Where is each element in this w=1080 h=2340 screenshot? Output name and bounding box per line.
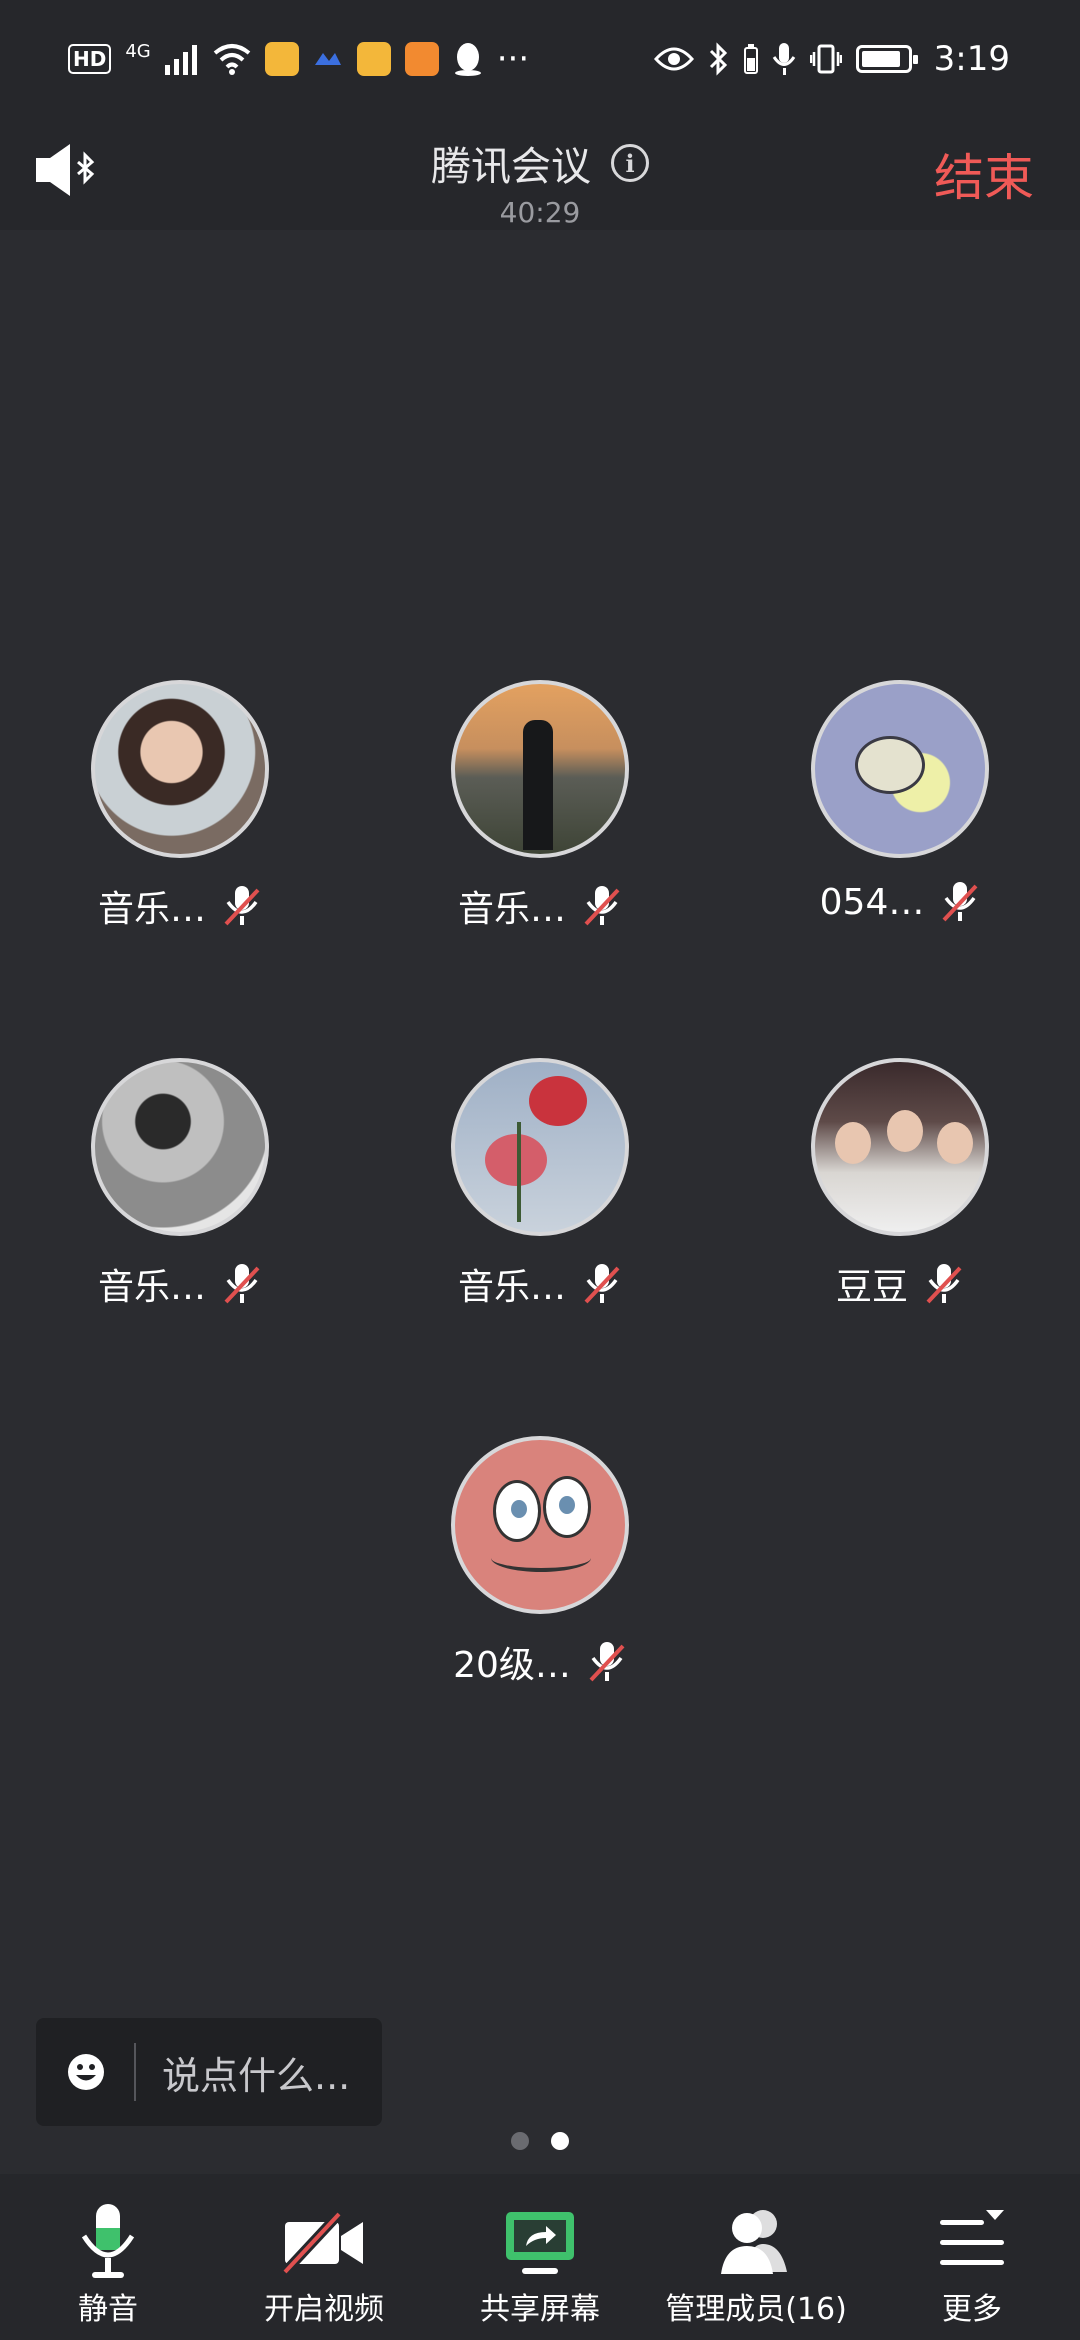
mute-label: 静音 <box>78 2292 138 2327</box>
members-icon <box>721 2210 787 2274</box>
mic-muted-icon <box>584 1264 620 1304</box>
meeting-duration: 40:29 <box>499 196 581 229</box>
mute-button[interactable]: 静音 <box>0 2174 216 2340</box>
start-video-button[interactable]: 开启视频 <box>216 2174 432 2340</box>
app-bird-icon <box>314 53 341 65</box>
status-time: 3:19 <box>933 39 1010 79</box>
bottom-toolbar: 静音 开启视频 共享屏幕 管理成员(16) 更多 <box>0 2174 1080 2340</box>
avatar <box>91 1058 269 1236</box>
participant-name: 豆豆 <box>835 1267 908 1308</box>
participant-name: 054… <box>819 881 925 923</box>
wifi-icon <box>213 44 251 75</box>
avatar <box>451 1436 629 1614</box>
avatar <box>91 680 269 858</box>
mic-muted-icon <box>589 1642 625 1682</box>
participant-tile[interactable]: 20级… <box>400 1436 680 1688</box>
participant-tile[interactable]: 豆豆 <box>760 1058 1040 1310</box>
more-menu-icon <box>940 2210 1004 2265</box>
mic-muted-icon <box>942 882 978 922</box>
video-app-icon <box>404 42 439 76</box>
more-label: 更多 <box>942 2292 1002 2327</box>
weibo-icon-2 <box>356 42 391 76</box>
participant-name: 音乐… <box>97 889 206 930</box>
avatar <box>451 1058 629 1236</box>
share-screen-label: 共享屏幕 <box>480 2292 600 2327</box>
page-dot-active[interactable] <box>551 2132 569 2150</box>
mic-muted-icon <box>224 886 260 926</box>
end-meeting-button[interactable]: 结束 <box>934 138 1034 210</box>
start-video-label: 开启视频 <box>264 2292 384 2327</box>
mic-muted-icon <box>926 1264 962 1304</box>
meeting-title-text: 腾讯会议 <box>431 144 591 190</box>
share-screen-button[interactable]: 共享屏幕 <box>432 2174 648 2340</box>
participant-name: 20级… <box>453 1645 571 1686</box>
mic-icon <box>81 2204 135 2278</box>
participant-name: 音乐… <box>457 889 566 930</box>
qq-icon <box>454 43 481 76</box>
meeting-title[interactable]: 腾讯会议 i <box>431 134 649 192</box>
participant-tile[interactable]: 音乐… <box>40 680 320 932</box>
bluetooth-icon <box>709 42 727 76</box>
info-icon[interactable]: i <box>611 144 649 182</box>
hd-badge: HD <box>68 44 112 74</box>
emoji-icon[interactable] <box>66 2052 106 2092</box>
status-right: 3:19 <box>653 38 1010 80</box>
participant-name: 音乐… <box>457 1267 566 1308</box>
avatar <box>811 680 989 858</box>
mic-status-icon <box>772 43 795 75</box>
battery-icon <box>855 45 918 73</box>
more-button[interactable]: 更多 <box>864 2174 1080 2340</box>
weibo-icon <box>264 42 299 76</box>
page-indicator <box>0 2132 1080 2150</box>
page-dot[interactable] <box>511 2132 529 2150</box>
participant-tile[interactable]: 054… <box>760 680 1040 924</box>
vibrate-icon <box>809 44 842 74</box>
signal-icon <box>164 45 197 75</box>
meeting-header: 腾讯会议 i 40:29 结束 <box>0 118 1080 230</box>
share-screen-icon <box>506 2212 574 2274</box>
participant-tile[interactable]: 音乐… <box>40 1058 320 1310</box>
mic-muted-icon <box>224 1264 260 1304</box>
more-notifications: ··· <box>496 39 530 79</box>
eye-icon <box>653 47 694 71</box>
video-off-icon <box>281 2210 363 2276</box>
status-left: HD 4G ··· <box>68 38 529 80</box>
participant-tile[interactable]: 音乐… <box>400 1058 680 1310</box>
participant-tile[interactable]: 音乐… <box>400 680 680 932</box>
manage-members-label: 管理成员(16) <box>665 2292 847 2327</box>
avatar <box>811 1058 989 1236</box>
status-bar: HD 4G ··· 3:19 <box>0 0 1080 118</box>
network-type: 4G <box>125 41 151 62</box>
chat-divider <box>134 2043 136 2101</box>
avatar <box>451 680 629 858</box>
chat-input[interactable]: 说点什么... <box>36 2018 382 2126</box>
mic-muted-icon <box>584 886 620 926</box>
chat-placeholder: 说点什么... <box>162 2053 351 2098</box>
manage-members-button[interactable]: 管理成员(16) <box>648 2174 864 2340</box>
title-area: 腾讯会议 i 40:29 <box>0 118 1080 229</box>
battery-small-icon <box>743 44 758 74</box>
participant-name: 音乐… <box>97 1267 206 1308</box>
